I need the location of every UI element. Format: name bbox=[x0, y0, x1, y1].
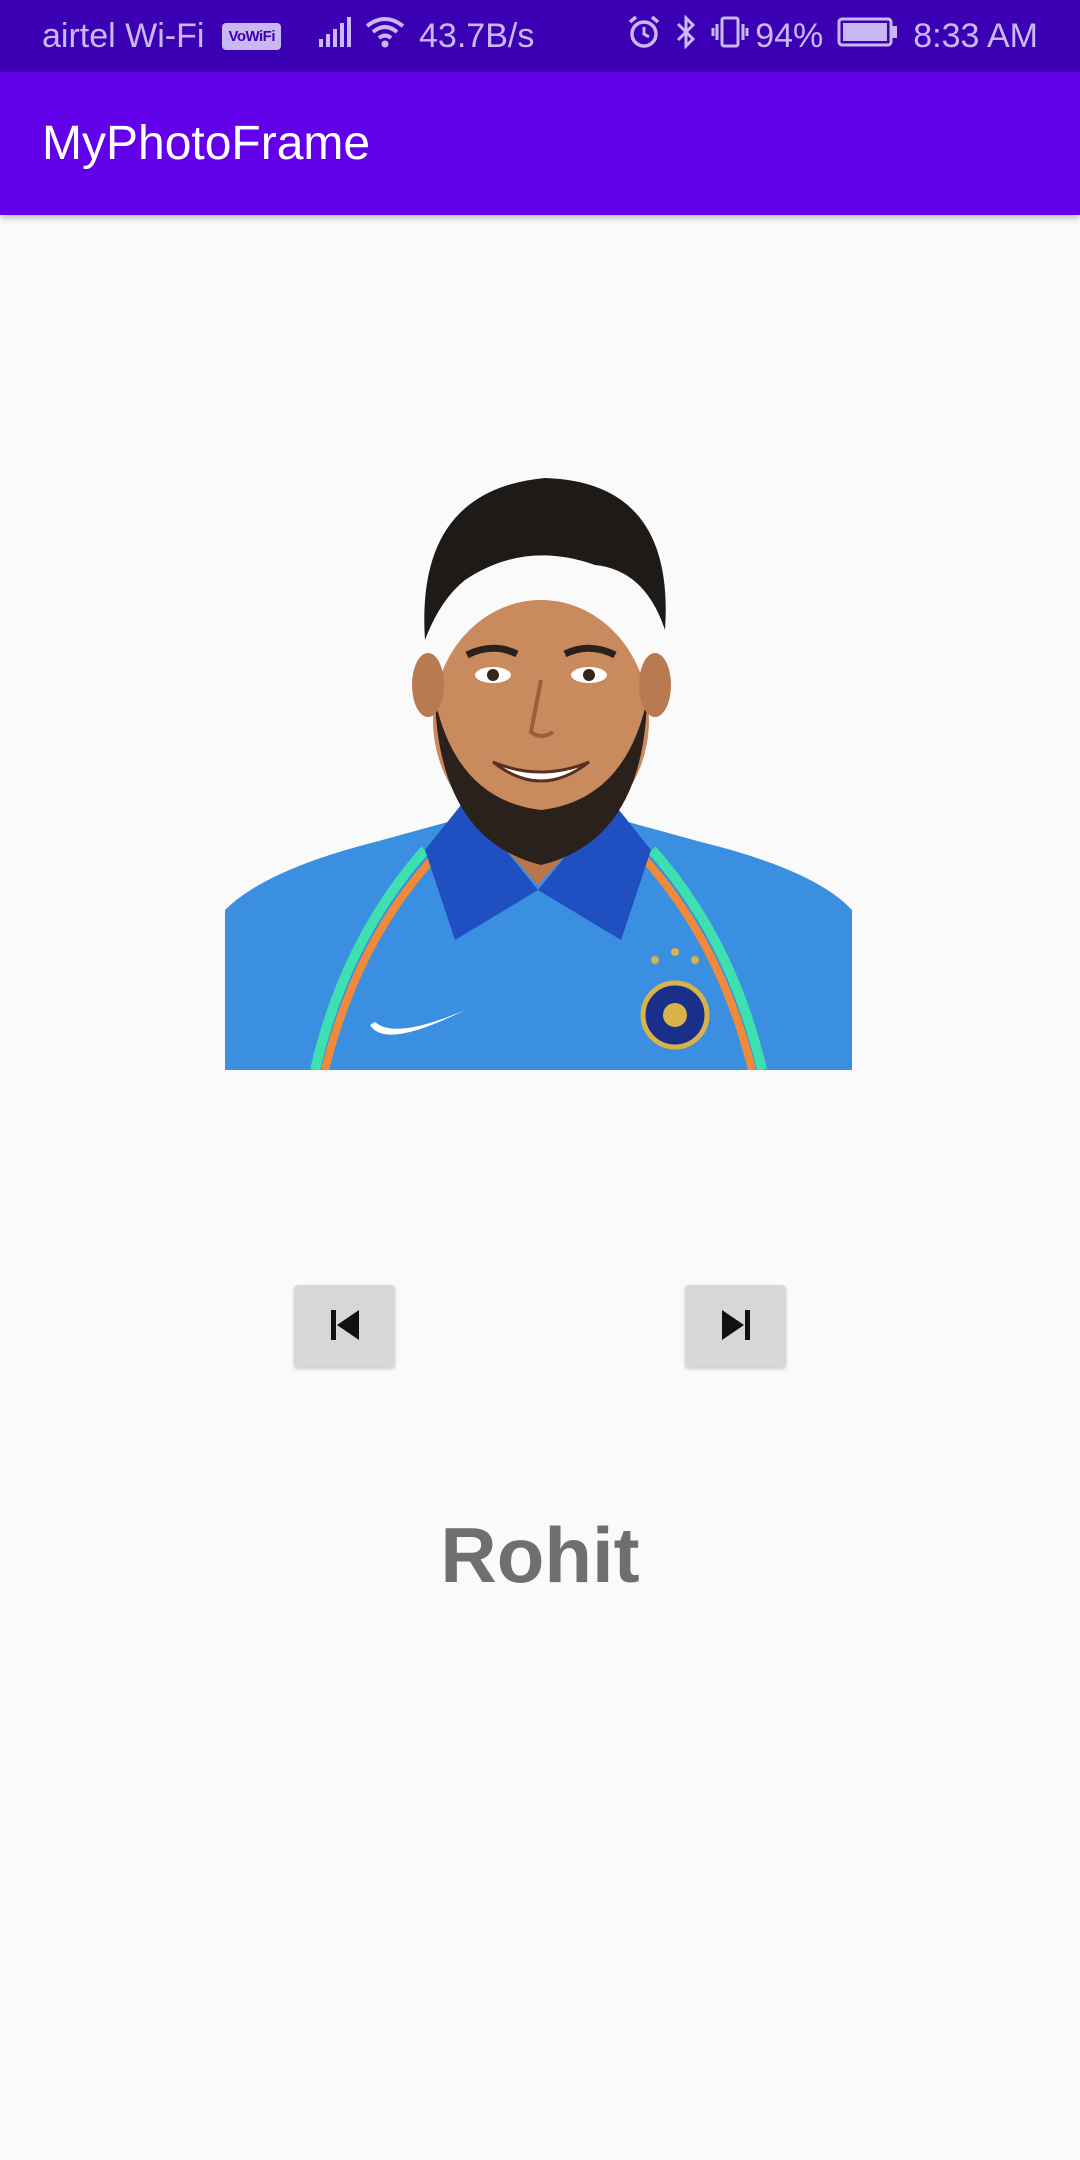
network-speed: 43.7B/s bbox=[419, 16, 535, 55]
status-left: airtel Wi-Fi VoWiFi 43.7B/s bbox=[42, 16, 534, 57]
vibrate-icon bbox=[711, 15, 749, 58]
app-bar: MyPhotoFrame bbox=[0, 72, 1080, 215]
wifi-icon bbox=[365, 16, 405, 57]
player-name: Rohit bbox=[440, 1511, 640, 1599]
status-right: 94% 8:33 AM bbox=[627, 13, 1038, 58]
clock: 8:33 AM bbox=[913, 16, 1038, 55]
skip-next-icon bbox=[718, 1308, 754, 1345]
vowifi-badge: VoWiFi bbox=[222, 22, 282, 50]
signal-icon bbox=[317, 16, 352, 56]
battery-icon bbox=[837, 17, 899, 56]
previous-button[interactable] bbox=[294, 1285, 395, 1367]
battery-percent: 94% bbox=[755, 16, 824, 55]
skip-previous-icon bbox=[327, 1308, 363, 1345]
carrier-label: airtel Wi-Fi bbox=[42, 16, 205, 55]
alarm-icon bbox=[627, 15, 661, 58]
next-button[interactable] bbox=[685, 1285, 786, 1367]
bluetooth-icon bbox=[675, 13, 697, 58]
player-photo bbox=[225, 470, 852, 1070]
app-title: MyPhotoFrame bbox=[42, 117, 371, 170]
status-bar: airtel Wi-Fi VoWiFi 43.7B/s 94% 8:33 AM bbox=[0, 0, 1080, 72]
